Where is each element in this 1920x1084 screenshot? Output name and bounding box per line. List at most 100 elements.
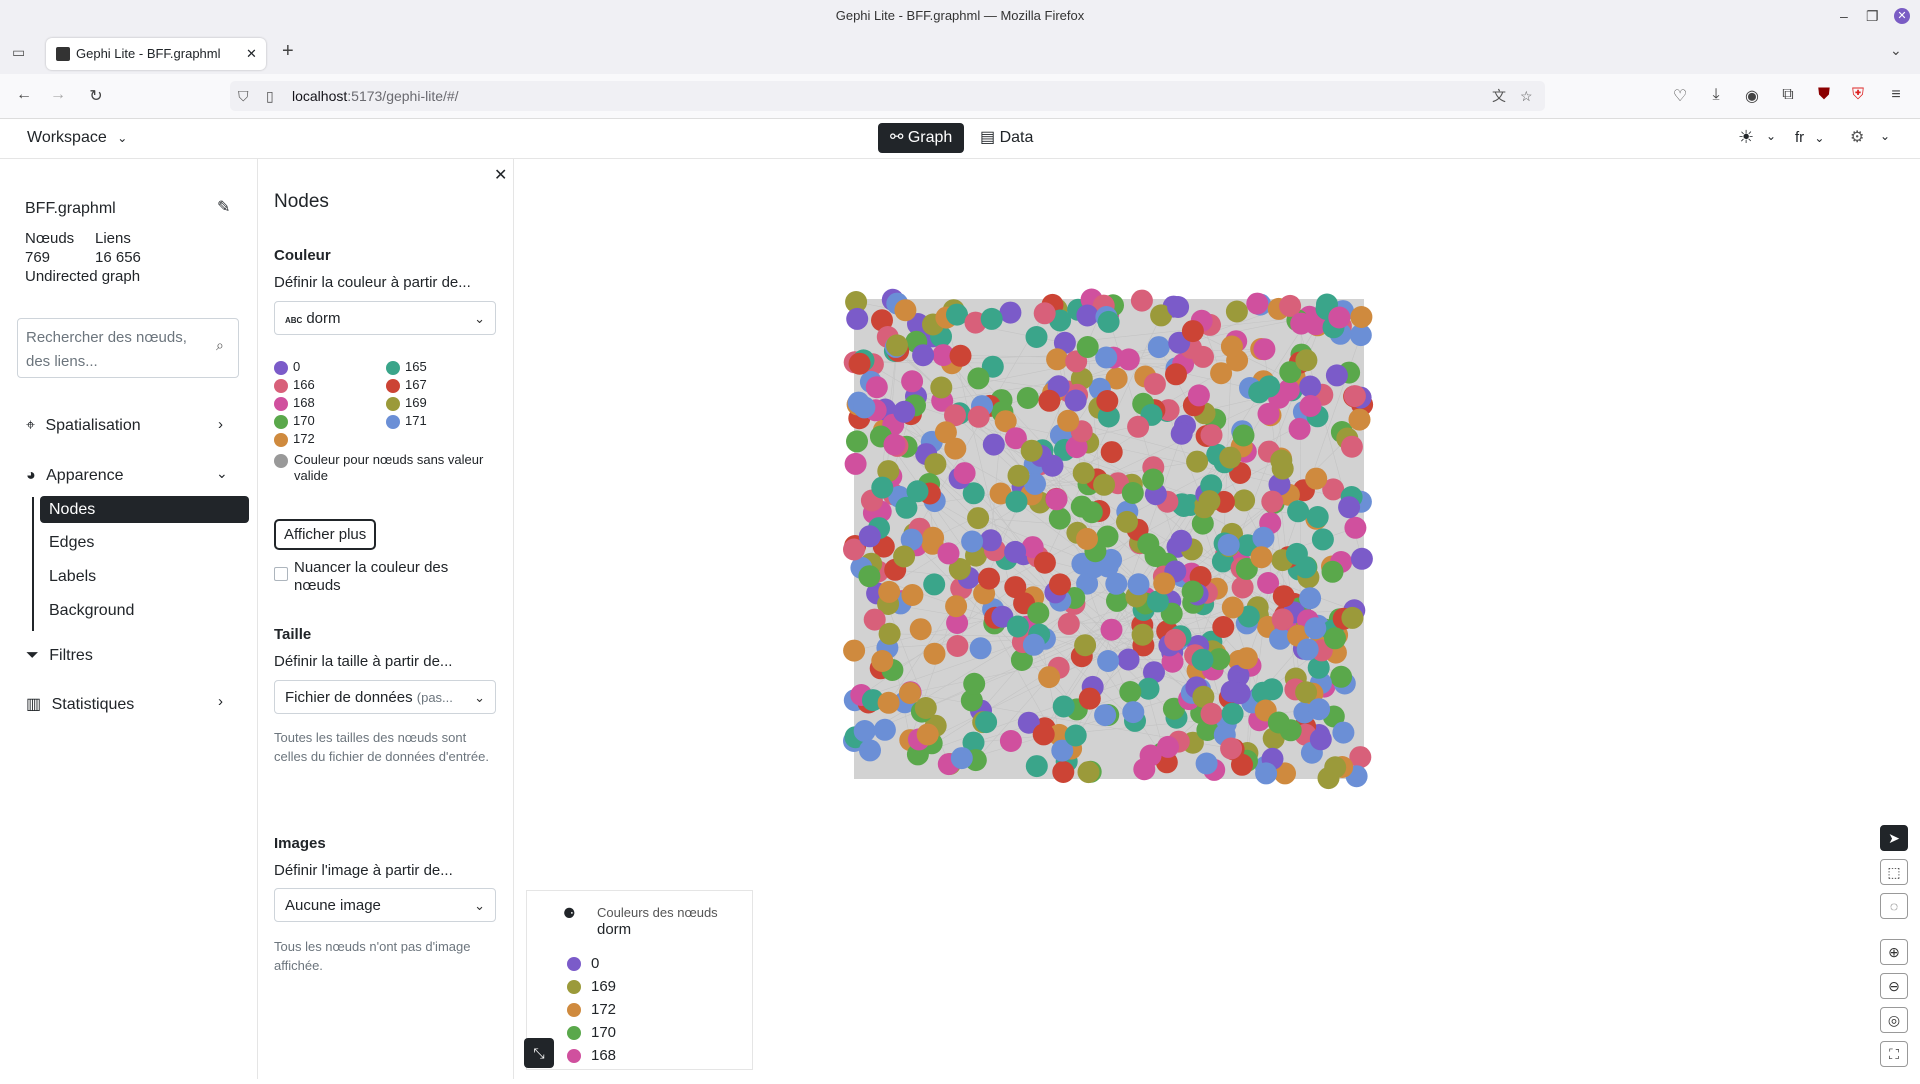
graph-node[interactable] — [924, 453, 946, 475]
graph-node[interactable] — [935, 421, 957, 443]
graph-node[interactable] — [1118, 649, 1140, 671]
graph-node[interactable] — [1349, 409, 1371, 431]
minimize-icon[interactable]: – — [1840, 0, 1848, 32]
tab-list-icon[interactable]: ▭ — [12, 44, 25, 61]
color-swatch[interactable] — [386, 379, 400, 393]
graph-node[interactable] — [1308, 698, 1330, 720]
graph-node[interactable] — [1226, 301, 1248, 323]
graph-node[interactable] — [1049, 573, 1071, 595]
zoom-in-button[interactable]: ⊕ — [1880, 939, 1908, 965]
graph-node[interactable] — [1026, 755, 1048, 777]
graph-node[interactable] — [1170, 530, 1192, 552]
sidebar-item-appearance[interactable]: ◕ Apparence — [26, 467, 124, 485]
graph-node[interactable] — [871, 477, 893, 499]
graph-node[interactable] — [961, 531, 983, 553]
graph-node[interactable] — [1144, 373, 1166, 395]
graph-node[interactable] — [1299, 587, 1321, 609]
graph-node[interactable] — [1157, 736, 1179, 758]
edit-icon[interactable]: ✎ — [217, 197, 230, 217]
graph-node[interactable] — [1310, 728, 1332, 750]
graph-node[interactable] — [970, 637, 992, 659]
back-icon[interactable]: ← — [14, 86, 34, 104]
graph-node[interactable] — [1297, 638, 1319, 660]
graph-node[interactable] — [1046, 488, 1068, 510]
graph-node[interactable] — [858, 565, 880, 587]
graph-node[interactable] — [1182, 581, 1204, 603]
graph-node[interactable] — [1026, 326, 1048, 348]
chevron-right-icon[interactable]: › — [218, 416, 223, 433]
graph-node[interactable] — [1116, 511, 1138, 533]
graph-node[interactable] — [923, 573, 945, 595]
graph-node[interactable] — [1081, 501, 1103, 523]
graph-node[interactable] — [1212, 616, 1234, 638]
graph-node[interactable] — [1137, 533, 1159, 555]
theme-chevron-icon[interactable]: ⌄ — [1766, 129, 1776, 143]
forward-icon[interactable]: → — [48, 86, 68, 104]
graph-node[interactable] — [930, 377, 952, 399]
graph-node[interactable] — [1344, 517, 1366, 539]
sidebar-subitem-background[interactable]: Background — [40, 597, 249, 624]
graph-node[interactable] — [1295, 349, 1317, 371]
graph-node[interactable] — [983, 434, 1005, 456]
shade-checkbox[interactable] — [274, 567, 288, 581]
sidebar-subitem-labels[interactable]: Labels — [40, 563, 249, 590]
graph-node[interactable] — [874, 719, 896, 741]
graph-node[interactable] — [843, 640, 865, 662]
graph-node[interactable] — [1287, 500, 1309, 522]
sidebar-subitem-nodes[interactable]: Nodes — [40, 496, 249, 523]
color-attribute-select[interactable]: ABCdorm ⌄ — [274, 301, 496, 335]
graph-node[interactable] — [1171, 423, 1193, 445]
graph-node[interactable] — [1252, 527, 1274, 549]
graph-node[interactable] — [884, 434, 906, 456]
sidebar-subitem-edges[interactable]: Edges — [40, 529, 249, 556]
graph-node[interactable] — [1290, 313, 1312, 335]
graph-node[interactable] — [946, 635, 968, 657]
graph-node[interactable] — [1351, 548, 1373, 570]
graph-node[interactable] — [924, 643, 946, 665]
graph-node[interactable] — [1188, 384, 1210, 406]
graph-node[interactable] — [1097, 650, 1119, 672]
rectangle-select-button[interactable]: ⬚ — [1880, 859, 1908, 885]
graph-node[interactable] — [954, 462, 976, 484]
color-swatch[interactable] — [274, 397, 288, 411]
shield-icon[interactable]: ⛉ — [238, 81, 249, 111]
graph-node[interactable] — [1220, 738, 1242, 760]
graph-node[interactable] — [1131, 290, 1153, 312]
graph-node[interactable] — [1272, 458, 1294, 480]
graph-node[interactable] — [1332, 722, 1354, 744]
graph-node[interactable] — [963, 673, 985, 695]
search-input[interactable]: Rechercher des nœuds, des liens... — [26, 326, 206, 374]
graph-node[interactable] — [1142, 469, 1164, 491]
color-legend-item[interactable]: 0 — [274, 359, 300, 375]
chevron-right-icon[interactable]: › — [218, 693, 223, 710]
graph-node[interactable] — [1038, 666, 1060, 688]
graph-node[interactable] — [1196, 753, 1218, 775]
graph-node[interactable] — [1133, 758, 1155, 780]
graph-node[interactable] — [1307, 506, 1329, 528]
translate-icon[interactable]: 文 — [1492, 81, 1506, 111]
graph-node[interactable] — [912, 344, 934, 366]
color-legend-item[interactable]: 171 — [386, 413, 427, 429]
graph-node[interactable] — [1186, 451, 1208, 473]
graph-node[interactable] — [967, 507, 989, 529]
graph-node[interactable] — [1078, 761, 1100, 783]
graph-node[interactable] — [1273, 585, 1295, 607]
graph-node[interactable] — [1094, 704, 1116, 726]
color-legend-item[interactable]: 166 — [274, 377, 315, 393]
graph-node[interactable] — [1289, 418, 1311, 440]
graph-node[interactable] — [1007, 616, 1029, 638]
graph-node[interactable] — [1052, 761, 1074, 783]
graph-node[interactable] — [1046, 348, 1068, 370]
graph-node[interactable] — [1153, 572, 1175, 594]
graph-node[interactable] — [1034, 302, 1056, 324]
list-all-tabs-icon[interactable]: ⌄ — [1890, 42, 1902, 59]
graph-node[interactable] — [978, 568, 1000, 590]
graph-node[interactable] — [1077, 336, 1099, 358]
chevron-down-icon[interactable]: ⌄ — [216, 465, 228, 482]
graph-node[interactable] — [1074, 634, 1096, 656]
graph-node[interactable] — [1058, 613, 1080, 635]
graph-node[interactable] — [1101, 441, 1123, 463]
graph-node[interactable] — [866, 376, 888, 398]
graph-node[interactable] — [1079, 688, 1101, 710]
search-icon[interactable]: ⌕ — [216, 337, 224, 354]
